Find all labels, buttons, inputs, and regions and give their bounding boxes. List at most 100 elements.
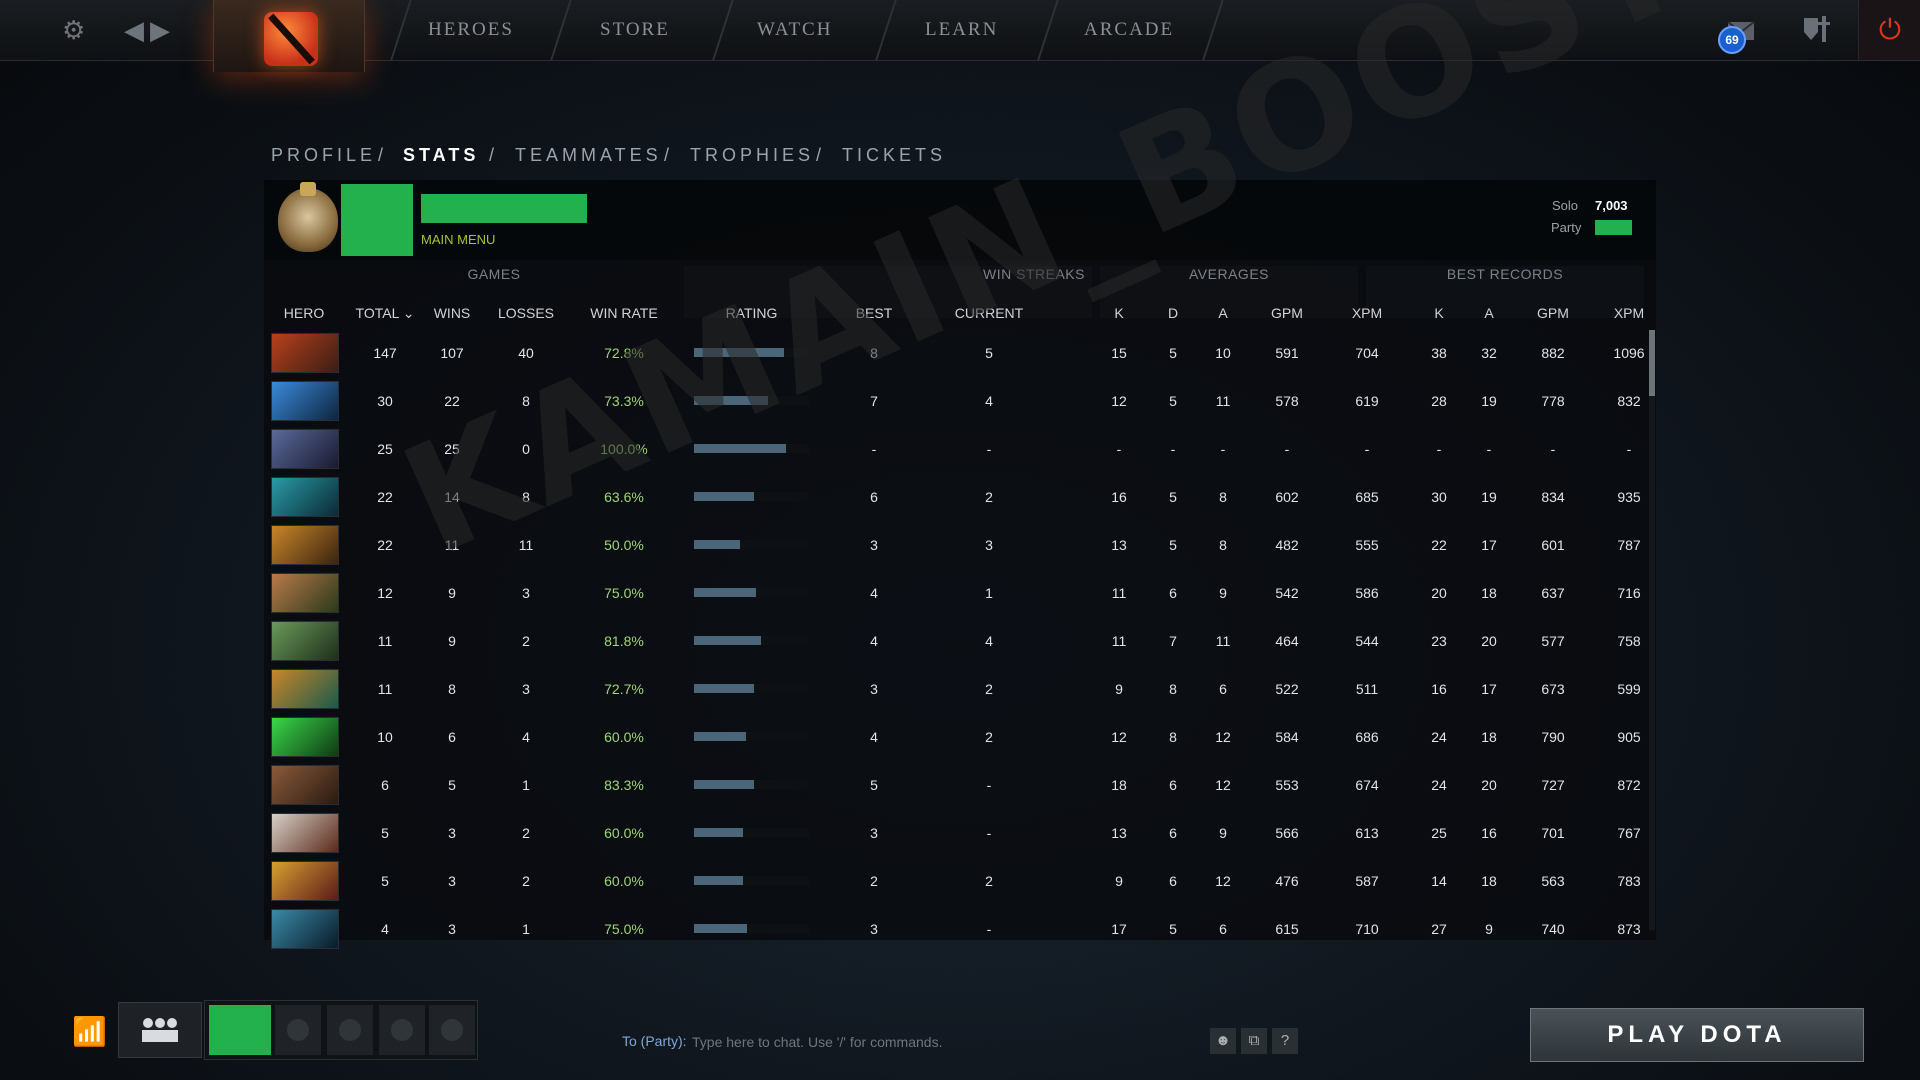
- scrollbar-thumb[interactable]: [1649, 330, 1655, 396]
- cell-current-streak: 4: [985, 633, 993, 649]
- play-dota-button[interactable]: PLAY DOTA: [1530, 1008, 1864, 1062]
- col-wins[interactable]: WINS: [422, 305, 482, 321]
- tab-trophies[interactable]: TROPHIES: [690, 145, 814, 166]
- hero-portrait[interactable]: [271, 525, 339, 565]
- col-avg-kills[interactable]: K: [1099, 305, 1139, 321]
- cell-best-assists: 17: [1481, 537, 1497, 553]
- rating-bar: [694, 828, 809, 837]
- hero-portrait[interactable]: [271, 765, 339, 805]
- nav-learn[interactable]: LEARN: [925, 0, 998, 60]
- party-slot-empty[interactable]: [327, 1005, 373, 1055]
- rating-bar: [694, 492, 809, 501]
- hero-portrait[interactable]: [271, 909, 339, 949]
- exit-button[interactable]: ⏻: [1858, 0, 1920, 60]
- nav-heroes[interactable]: HEROES: [428, 0, 514, 60]
- rating-bar-fill: [694, 924, 747, 933]
- group-games: GAMES: [467, 266, 521, 282]
- hero-portrait[interactable]: [271, 861, 339, 901]
- nav-watch[interactable]: WATCH: [757, 0, 832, 60]
- settings-gear-icon[interactable]: ⚙: [62, 0, 85, 60]
- tab-separator: /: [664, 145, 674, 165]
- chat-expand-button[interactable]: ⧉: [1241, 1028, 1267, 1054]
- tab-teammates[interactable]: TEAMMATES: [515, 145, 662, 166]
- cell-avg-xpm: 587: [1355, 873, 1379, 889]
- nav-store[interactable]: STORE: [600, 0, 670, 60]
- rating-bar: [694, 780, 809, 789]
- table-row[interactable]: 5 3 2 60.0% 3-13 6 9 566 613 25 16 701 767: [264, 810, 1644, 858]
- cell-losses: 3: [522, 681, 530, 697]
- col-losses[interactable]: LOSSES: [486, 305, 566, 321]
- party-slot-empty[interactable]: [275, 1005, 321, 1055]
- col-avg-deaths[interactable]: D: [1153, 305, 1193, 321]
- table-row[interactable]: 10 6 4 60.0% 4 2 12 8 12 584 686 24 18 790 905: [264, 714, 1644, 762]
- nav-divider: [875, 0, 897, 60]
- col-best-gpm[interactable]: GPM: [1523, 305, 1583, 321]
- cell-best-streak: 5: [870, 777, 878, 793]
- col-best-kills[interactable]: K: [1419, 305, 1459, 321]
- cell-total: 30: [377, 393, 393, 409]
- chat-input[interactable]: [690, 1031, 1214, 1053]
- cell-avg-xpm: 613: [1355, 825, 1379, 841]
- hero-portrait[interactable]: [271, 717, 339, 757]
- col-avg-gpm[interactable]: GPM: [1257, 305, 1317, 321]
- col-avg-xpm[interactable]: XPM: [1337, 305, 1397, 321]
- table-row[interactable]: 11 9 2 81.8% 4 4 11 7 11 464 544 23 20 577 758: [264, 618, 1644, 666]
- party-slot-self[interactable]: [209, 1005, 271, 1055]
- table-row[interactable]: 4 3 1 75.0% 3-17 5 6 615 710 27 9 740 873: [264, 906, 1644, 954]
- hero-portrait[interactable]: [271, 381, 339, 421]
- col-best-xpm[interactable]: XPM: [1599, 305, 1659, 321]
- cell-avg-assists: 6: [1219, 681, 1227, 697]
- forward-arrow-icon[interactable]: ▶: [150, 0, 170, 60]
- emoticon-button[interactable]: ☻: [1210, 1028, 1236, 1054]
- cell-best-gpm: 637: [1541, 585, 1565, 601]
- rating-bar: [694, 540, 809, 549]
- cell-total: 10: [377, 729, 393, 745]
- hero-portrait[interactable]: [271, 333, 339, 373]
- table-scrollbar[interactable]: [1649, 330, 1655, 930]
- table-row[interactable]: 6 5 1 83.3% 5-18 6 12 553 674 24 20 727 872: [264, 762, 1644, 810]
- table-row[interactable]: 11 8 3 72.7% 3 2 9 8 6 522 511 16 17 673 599: [264, 666, 1644, 714]
- party-slot-empty[interactable]: [429, 1005, 475, 1055]
- cell-avg-deaths: 8: [1169, 681, 1177, 697]
- hero-portrait[interactable]: [271, 429, 339, 469]
- back-arrow-icon[interactable]: ◀: [124, 0, 144, 60]
- col-hero[interactable]: HERO: [264, 305, 344, 321]
- cell-best-gpm: 834: [1541, 489, 1565, 505]
- party-slot-empty[interactable]: [379, 1005, 425, 1055]
- cell-losses: 1: [522, 921, 530, 937]
- cell-best-kills: 27: [1431, 921, 1447, 937]
- col-best-assists[interactable]: A: [1469, 305, 1509, 321]
- party-mmr-label: Party: [1551, 220, 1582, 235]
- tab-stats[interactable]: STATS: [403, 145, 479, 166]
- avatar[interactable]: [341, 184, 413, 256]
- tab-profile[interactable]: PROFILE: [271, 145, 376, 166]
- hero-portrait[interactable]: [271, 669, 339, 709]
- chat-channel-label[interactable]: To (Party):: [622, 1033, 687, 1049]
- cell-avg-xpm: 704: [1355, 345, 1379, 361]
- cell-avg-deaths: 5: [1169, 537, 1177, 553]
- col-total[interactable]: TOTAL ⌄: [350, 305, 420, 322]
- tab-tickets[interactable]: TICKETS: [842, 145, 946, 166]
- rating-bar-fill: [694, 876, 743, 885]
- hero-portrait[interactable]: [271, 813, 339, 853]
- party-button[interactable]: [118, 1002, 202, 1058]
- nav-arcade[interactable]: ARCADE: [1084, 0, 1174, 60]
- cell-best-assists: 17: [1481, 681, 1497, 697]
- hero-portrait[interactable]: [271, 573, 339, 613]
- cell-win-rate: 81.8%: [604, 633, 644, 649]
- dota-logo-button[interactable]: [213, 0, 365, 72]
- cell-win-rate: 75.0%: [604, 585, 644, 601]
- cell-avg-assists: 12: [1215, 729, 1231, 745]
- col-avg-assists[interactable]: A: [1203, 305, 1243, 321]
- cell-best-assists: 9: [1485, 921, 1493, 937]
- hero-portrait[interactable]: [271, 477, 339, 517]
- cell-best-assists: 18: [1481, 729, 1497, 745]
- cell-avg-assists: 10: [1215, 345, 1231, 361]
- cell-best-gpm: 563: [1541, 873, 1565, 889]
- armory-button[interactable]: [1800, 14, 1834, 46]
- connection-signal-icon[interactable]: 📶: [72, 1015, 107, 1048]
- table-row[interactable]: 5 3 2 60.0% 2 2 9 6 12 476 587 14 18 563 783: [264, 858, 1644, 906]
- rating-bar-fill: [694, 780, 754, 789]
- help-button[interactable]: ?: [1272, 1028, 1298, 1054]
- hero-portrait[interactable]: [271, 621, 339, 661]
